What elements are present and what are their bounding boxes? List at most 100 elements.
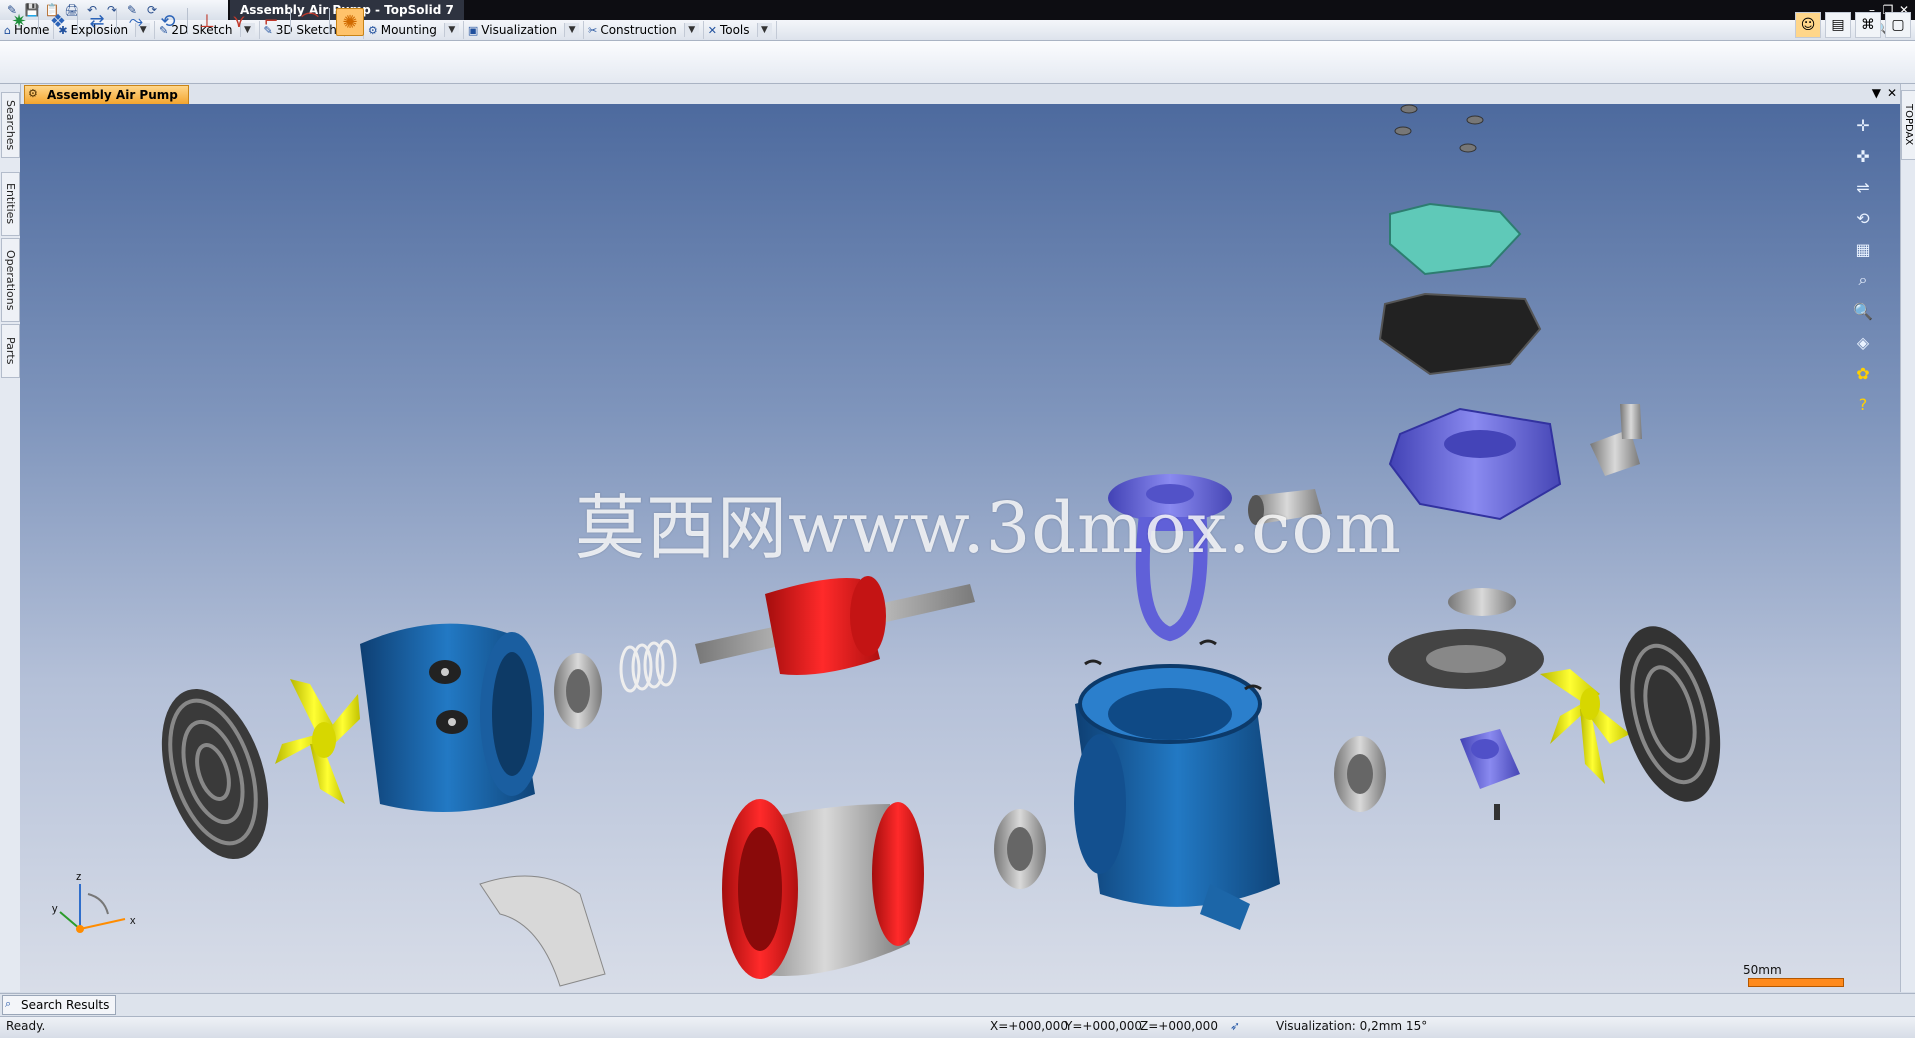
- right-side-panel: [1900, 84, 1915, 992]
- bearing-right: [1334, 736, 1386, 812]
- trajectory-icon[interactable]: ⌒: [297, 8, 323, 34]
- axis-x-icon[interactable]: ⊥: [194, 8, 220, 34]
- axis-triad: z y x: [52, 871, 136, 933]
- left-motor-housing: [360, 623, 544, 812]
- tab-search-results[interactable]: Search Results: [2, 995, 117, 1015]
- menu-label: Mounting: [380, 23, 437, 37]
- left-fan-cover: [161, 689, 269, 859]
- chevron-down-icon[interactable]: ▼: [443, 23, 459, 37]
- tab-assembly-air-pump[interactable]: Assembly Air Pump: [24, 85, 189, 105]
- label-band: [479, 875, 606, 987]
- rotate-explode-icon[interactable]: ⟲: [155, 8, 181, 34]
- search-icon: ⌕: [5, 997, 12, 1010]
- menu-label: Visualization: [481, 23, 558, 37]
- pan-menu-icon[interactable]: ✜: [1852, 145, 1874, 167]
- toolbar-separator: [38, 8, 39, 34]
- side-tab-topdax[interactable]: TOPDAX: [1901, 90, 1915, 160]
- cube-view-icon[interactable]: ◈: [1852, 331, 1874, 353]
- bearing-left: [554, 653, 602, 729]
- scale-bar: [1748, 978, 1844, 987]
- chevron-down-icon[interactable]: ▼: [683, 23, 699, 37]
- menu-construction[interactable]: ✂ Construction ▼: [584, 21, 704, 39]
- watermark-text: 莫西网www.3dmox.com: [575, 487, 1403, 569]
- side-tab-searches[interactable]: Searches: [1, 92, 20, 158]
- explode-assembly-icon[interactable]: ✷: [6, 8, 32, 34]
- side-tab-parts[interactable]: Parts: [1, 324, 20, 378]
- toolbar-separator: [290, 8, 291, 34]
- menu-visualization[interactable]: ▣ Visualization ▼: [464, 21, 585, 39]
- assembly-icon: ⚙: [28, 87, 38, 100]
- pump-housing: [1074, 664, 1280, 930]
- view-navigation-toolbar: ✛ ✜ ⇌ ⟲ ▦ ⌕ 🔍 ◈ ✿ ?: [1852, 114, 1874, 415]
- path-explode-icon[interactable]: ⤳: [123, 8, 149, 34]
- scale-label: 50mm: [1743, 963, 1782, 977]
- close-tab-icon[interactable]: ✕: [1887, 86, 1897, 100]
- spring: [619, 639, 677, 693]
- orbit-icon[interactable]: ⟲: [1852, 207, 1874, 229]
- status-ready: Ready.: [6, 1019, 46, 1033]
- chevron-down-icon[interactable]: ▼: [564, 23, 580, 37]
- elbow-fitting: [1590, 404, 1642, 476]
- menu-label: Tools: [719, 23, 750, 37]
- construction-icon: ✂: [588, 23, 598, 37]
- right-fan: [1540, 669, 1630, 784]
- cursor-icon: ➶: [1230, 1019, 1241, 1033]
- axis-z-label: z: [76, 871, 82, 883]
- pan-icon[interactable]: ✛: [1852, 114, 1874, 136]
- bottom-screw: [1494, 804, 1500, 820]
- layers-icon[interactable]: ▤: [1825, 12, 1851, 38]
- top-screws: [1394, 104, 1484, 153]
- bottom-panel-tabs: [0, 993, 1915, 1016]
- visualization-icon: ▣: [467, 23, 479, 37]
- toolbar-separator: [187, 8, 188, 34]
- side-tab-entities[interactable]: Entities: [1, 172, 20, 236]
- stator: [722, 799, 924, 979]
- left-fan: [275, 679, 360, 804]
- axis-y-label: y: [52, 903, 58, 915]
- toolbar-separator: [329, 8, 330, 34]
- toolbar-left-group: ✷ ❖ ⇄ ⤳ ⟲ ⊥ ⋎ ⌐ ⌒ ✺: [6, 8, 364, 36]
- status-z-coordinate: Z=+000,000: [1140, 1019, 1218, 1033]
- view-layout-icon[interactable]: ▦: [1852, 238, 1874, 260]
- right-fan-cover: [1619, 626, 1721, 802]
- mounting-icon: ⚙: [367, 23, 378, 37]
- palette-icon[interactable]: ✿: [1852, 362, 1874, 384]
- linear-explode-icon[interactable]: ⇄: [84, 8, 110, 34]
- window-icon[interactable]: ▢: [1885, 12, 1911, 38]
- zoom-window-icon[interactable]: ⌕: [1852, 269, 1874, 291]
- menu-mounting[interactable]: ⚙ Mounting ▼: [364, 21, 464, 39]
- explode-parts-icon[interactable]: ❖: [45, 8, 71, 34]
- explosion-view-icon[interactable]: ✺: [336, 8, 364, 36]
- status-x-coordinate: X=+000,000: [990, 1019, 1068, 1033]
- valve-head: [1388, 407, 1562, 521]
- menu-label: Construction: [600, 23, 677, 37]
- ribbon-toolbar: [0, 41, 1915, 84]
- eccentric-cam: [1460, 729, 1520, 789]
- person-icon[interactable]: ☺: [1795, 12, 1821, 38]
- rotor-shaft: [695, 576, 975, 675]
- toolbar-right-group: ☺ ▤ ⌘ ▢: [1795, 12, 1911, 38]
- axis-z-icon[interactable]: ⌐: [258, 8, 284, 34]
- black-gasket: [1378, 292, 1542, 376]
- status-visualization: Visualization: 0,2mm 15°: [1276, 1019, 1428, 1033]
- chevron-down-icon[interactable]: ▼: [756, 23, 772, 37]
- axis-x-label: x: [130, 915, 136, 927]
- help-query-icon[interactable]: ?: [1852, 393, 1874, 415]
- bearing-center: [994, 809, 1046, 889]
- tools-icon: ✕: [707, 23, 717, 37]
- document-tab-strip: [20, 84, 1900, 104]
- axis-y-icon[interactable]: ⋎: [226, 8, 252, 34]
- tab-controls: ▼ ✕: [1872, 86, 1897, 100]
- rotate-icon[interactable]: ⇌: [1852, 176, 1874, 198]
- teal-cover-plate: [1389, 202, 1522, 276]
- tree-icon[interactable]: ⌘: [1855, 12, 1881, 38]
- status-bar: [0, 1016, 1915, 1038]
- toolbar-separator: [116, 8, 117, 34]
- side-tab-operations[interactable]: Operations: [1, 238, 20, 322]
- valve-disc: [1388, 588, 1544, 689]
- status-y-coordinate: Y=+000,000: [1065, 1019, 1143, 1033]
- menu-tools[interactable]: ✕ Tools ▼: [704, 21, 777, 39]
- toolbar-separator: [77, 8, 78, 34]
- tab-list-icon[interactable]: ▼: [1872, 86, 1881, 100]
- zoom-icon[interactable]: 🔍: [1852, 300, 1874, 322]
